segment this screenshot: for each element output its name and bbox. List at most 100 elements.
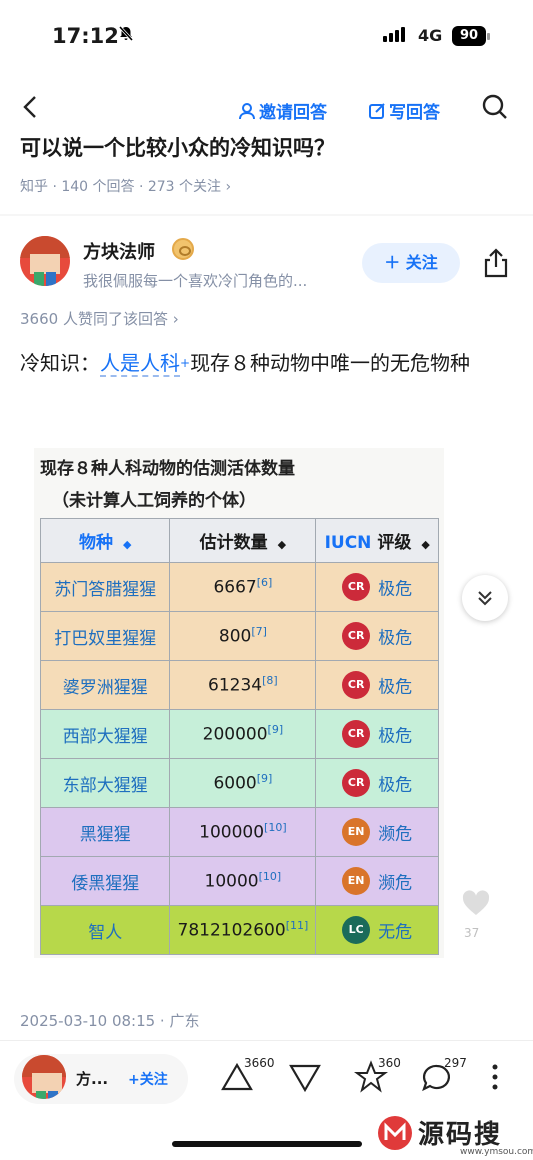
header-count[interactable]: 估计数量 ◆ [169,518,317,563]
likes-count[interactable]: 3660 人赞同了该回答 › [20,308,179,329]
iucn-status-icon: EN [342,867,371,895]
author-avatar[interactable] [20,236,70,286]
table-row: 打巴奴里猩猩 800[7] CR 极危 [39,611,439,661]
count-value: 200000 [202,724,268,745]
question-title[interactable]: 可以说一个比较小众的冷知识吗？ [20,132,335,162]
table-row: 东部大猩猩 6000[9] CR 极危 [39,758,439,808]
more-icon[interactable] [492,1064,498,1090]
question-meta[interactable]: 知乎 · 140 个回答 · 273 个关注 › [20,176,231,196]
reference-link[interactable]: [10] [259,870,282,883]
table-row: 苏门答腊猩猩 6667[6] CR 极危 [39,562,439,612]
table-row: 黑猩猩 100000[10] EN 濒危 [39,807,439,857]
iucn-status-icon: CR [342,573,371,601]
write-answer-label: 写回答 [389,103,440,123]
answer-date: 2025-03-10 08:15 · 广东 [20,1012,200,1030]
author-bio: 我很佩服每一个喜欢冷门角色的... [83,272,308,290]
author-name[interactable]: 方块法师 [83,238,155,264]
count-cell: 7812102600[11] [169,905,317,955]
count-value: 7812102600 [177,920,286,941]
reference-link[interactable]: [11] [286,919,309,932]
table-row: 婆罗洲猩猩 61234[8] CR 极危 [39,660,439,710]
count-cell: 800[7] [169,611,317,661]
edit-icon [369,102,385,119]
heart-icon[interactable] [462,890,490,916]
network-type: 4G [418,26,443,45]
star-count: 360 [378,1056,401,1070]
table-header-row: 物种 ◆ 估计数量 ◆ IUCN 评级 ◆ [39,518,439,563]
count-value: 10000 [204,871,259,892]
iucn-cell: EN 濒危 [315,856,439,906]
bottom-author-avatar[interactable] [22,1055,66,1099]
expand-button[interactable] [462,575,508,621]
follow-button[interactable]: ＋ 关注 [362,243,460,283]
table-row: 倭黑猩猩 10000[10] EN 濒危 [39,856,439,906]
table-row: 西部大猩猩 200000[9] CR 极危 [39,709,439,759]
answer-text-suffix: 现存８种动物中唯一的无危物种 [190,351,471,375]
heart-count: 37 [464,926,480,940]
comment-count: 297 [444,1056,467,1070]
top-nav: 邀请回答 写回答 [0,88,533,132]
author-badge-icon [172,238,194,260]
iucn-cell: CR 极危 [315,709,439,759]
species-cell: 倭黑猩猩 [39,856,171,906]
iucn-status-icon: LC [342,916,371,944]
count-cell: 61234[8] [169,660,317,710]
table-caption: 现存８种人科动物的估测活体数量 [40,459,295,479]
species-cell: 智人 [39,905,171,955]
table-row: 智人 7812102600[11] LC 无危 [39,905,439,955]
reference-link[interactable]: [6] [257,576,273,589]
bottom-author-name[interactable]: 方... [76,1068,108,1089]
person-icon [239,102,255,119]
iucn-cell: CR 极危 [315,758,439,808]
back-icon[interactable] [20,92,40,128]
mute-bell-icon [118,25,134,46]
iucn-cell: CR 极危 [315,611,439,661]
write-answer-button[interactable]: 写回答 [368,98,440,123]
species-cell: 西部大猩猩 [39,709,171,759]
count-value: 61234 [208,675,263,696]
reference-link[interactable]: [9] [268,723,284,736]
reference-link[interactable]: [9] [257,772,273,785]
species-cell: 打巴奴里猩猩 [39,611,171,661]
count-value: 6000 [213,773,257,794]
count-value: 800 [218,626,252,647]
iucn-status-text: 濒危 [378,824,413,845]
iucn-status-text: 极危 [378,677,413,698]
reference-link[interactable]: [8] [262,674,278,687]
invite-answer-button[interactable]: 邀请回答 [238,98,327,123]
iucn-status-icon: CR [342,720,371,748]
iucn-status-icon: CR [342,671,371,699]
answer-text-prefix: 冷知识： [20,351,100,375]
species-cell: 东部大猩猩 [39,758,171,808]
iucn-status-text: 极危 [378,628,413,649]
header-iucn[interactable]: IUCN 评级 ◆ [315,518,439,563]
watermark-text: 源码搜 [418,1120,503,1150]
count-value: 6667 [213,577,257,598]
header-species[interactable]: 物种 ◆ [39,518,171,563]
watermark-url: www.ymsou.com [460,1147,533,1157]
keyword-link[interactable]: 人是人科 [100,351,180,377]
battery-tip [487,33,490,40]
iucn-status-text: 无危 [378,922,413,943]
iucn-cell: EN 濒危 [315,807,439,857]
iucn-status-icon: CR [342,769,371,797]
status-bar: 17:12 4G 90 [0,0,533,70]
double-chevron-down-icon [478,591,492,606]
iucn-status-text: 极危 [378,775,413,796]
downvote-icon[interactable] [288,1060,322,1094]
species-cell: 黑猩猩 [39,807,171,857]
upvote-count: 3660 [244,1056,275,1070]
bottom-follow-button[interactable]: +关注 [128,1069,168,1089]
signal-icon [383,27,405,42]
iucn-cell: CR 极危 [315,660,439,710]
search-icon[interactable] [482,94,508,120]
answer-text: 冷知识：人是人科+现存８种动物中唯一的无危物种 [20,346,515,380]
count-cell: 100000[10] [169,807,317,857]
share-icon[interactable] [482,248,510,278]
reference-link[interactable]: [10] [264,821,287,834]
count-cell: 200000[9] [169,709,317,759]
iucn-status-text: 极危 [378,579,413,600]
reference-link[interactable]: [7] [251,625,267,638]
iucn-status-icon: EN [342,818,371,846]
status-time: 17:12 [52,24,119,48]
